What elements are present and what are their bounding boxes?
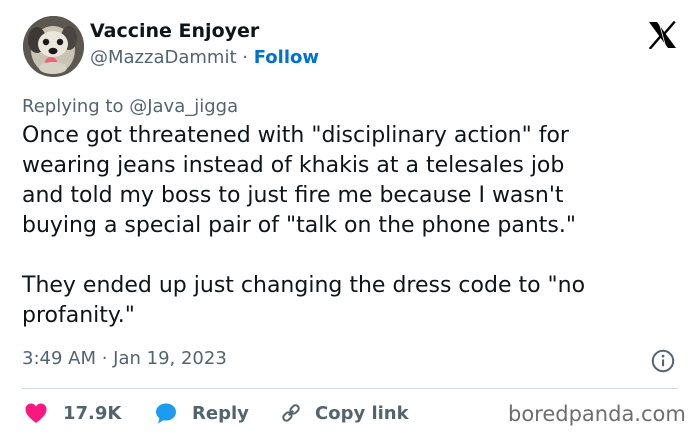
reply-label: Reply: [192, 402, 249, 424]
like-button[interactable]: 17.9K: [24, 400, 121, 426]
dog-avatar-image: [23, 16, 84, 77]
author-handle[interactable]: @MazzaDammit: [90, 47, 237, 68]
replying-handle[interactable]: @Java_jigga: [129, 96, 238, 117]
author-handle-line: @MazzaDammit · Follow: [90, 47, 319, 68]
like-count: 17.9K: [63, 402, 122, 424]
replying-to: Replying to @Java_jigga: [22, 96, 238, 117]
tweet-text: Once got threatened with "disciplinary a…: [22, 123, 586, 328]
divider: [22, 388, 678, 389]
info-icon[interactable]: [651, 349, 675, 373]
author-name[interactable]: Vaccine Enjoyer: [90, 20, 259, 42]
speech-bubble-icon: [156, 403, 176, 424]
reply-button[interactable]: Reply: [154, 400, 249, 426]
follow-button[interactable]: Follow: [254, 47, 319, 68]
separator-dot: ·: [242, 47, 248, 68]
heart-icon: [25, 403, 47, 423]
copy-link-label: Copy link: [315, 402, 409, 424]
tweet-timestamp[interactable]: 3:49 AM · Jan 19, 2023: [22, 348, 227, 369]
avatar[interactable]: [23, 16, 84, 77]
replying-prefix: Replying to: [22, 96, 124, 117]
link-icon: [282, 404, 300, 422]
copy-link-button[interactable]: Copy link: [280, 400, 409, 426]
watermark: boredpanda.com: [508, 402, 686, 426]
x-logo-icon[interactable]: [648, 21, 677, 49]
